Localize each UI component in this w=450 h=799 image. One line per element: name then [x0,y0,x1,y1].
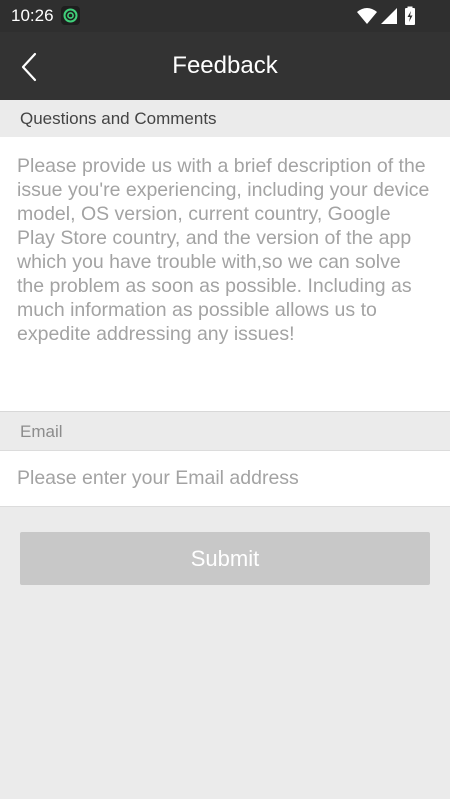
submit-button[interactable]: Submit [20,532,430,585]
status-time: 10:26 [11,6,54,25]
green-circular-app-icon [61,6,80,25]
status-bar: 10:26 [0,0,450,32]
page-title: Feedback [172,52,278,79]
comments-panel [0,137,450,412]
email-panel [0,450,450,507]
email-section-label: Email [0,413,450,450]
app-bar: Feedback [0,32,450,100]
email-field[interactable] [0,451,450,506]
status-icons [356,6,418,26]
comments-textarea[interactable] [0,137,450,411]
back-button[interactable] [10,42,54,90]
questions-section-label: Questions and Comments [0,100,450,137]
